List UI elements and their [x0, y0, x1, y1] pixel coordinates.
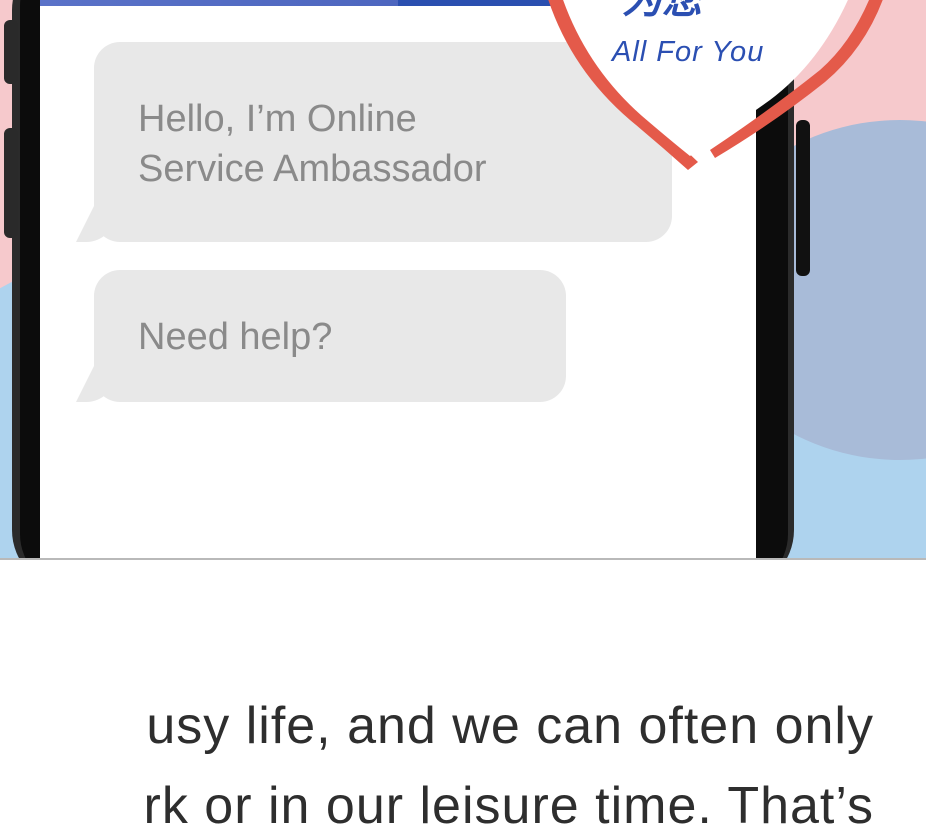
article-text-line: rk or in our leisure time. That’s — [143, 777, 874, 834]
shield-badge-icon: 为您 All For You — [520, 0, 900, 200]
shield-badge-graphic — [548, 0, 883, 170]
phone-side-button — [4, 20, 18, 84]
article-body: usy life, and we can often only rk or in… — [0, 560, 926, 834]
badge-logo-text: 为您 — [622, 0, 702, 23]
badge-tagline: All For You — [612, 36, 765, 68]
chat-bubble-text: Need help? — [138, 316, 333, 358]
hero-illustration: Hello, I’m Online Service Ambassador Nee… — [0, 0, 926, 560]
phone-side-button — [4, 128, 18, 238]
chat-bubble-help: Need help? — [94, 270, 566, 402]
article-text-line: usy life, and we can often only — [146, 697, 874, 755]
